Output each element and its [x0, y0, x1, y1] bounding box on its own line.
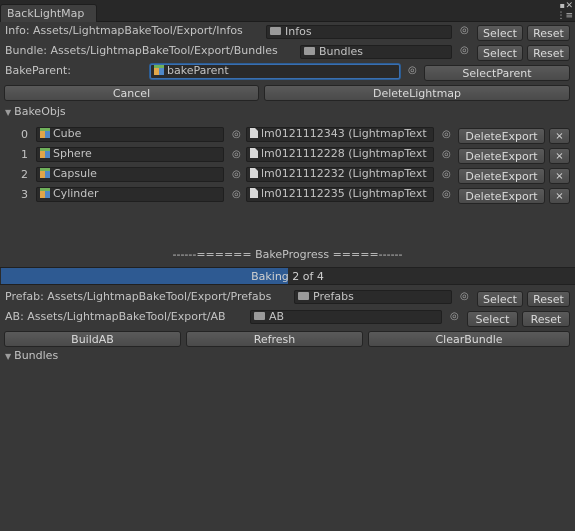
remove-row-button[interactable]: × [549, 148, 570, 164]
bake-progress-text: Baking 2 of 4 [251, 270, 324, 283]
delete-export-button[interactable]: DeleteExport [458, 128, 545, 144]
gameobject-field[interactable]: Cylinder [36, 187, 224, 202]
bundles-foldout[interactable]: ▼ Bundles [5, 349, 58, 364]
gameobject-name: Sphere [53, 147, 92, 160]
bundle-reset-button[interactable]: Reset [527, 45, 570, 61]
foldout-arrow-icon: ▼ [5, 108, 12, 117]
menu-icon[interactable]: ⋮≡ [556, 11, 573, 21]
bundles-header: Bundles [14, 349, 59, 362]
refresh-button[interactable]: Refresh [186, 331, 363, 347]
bake-progress-title: ------====== BakeProgress =====------ [172, 248, 403, 261]
prefab-path-label: Prefab: Assets/LightmapBakeTool/Export/P… [5, 290, 272, 303]
lightmap-name: lm0121112228 (LightmapText [261, 147, 427, 160]
document-icon [250, 168, 258, 178]
bake-objs-foldout[interactable]: ▼ BakeObjs [5, 105, 66, 120]
cube-icon [40, 168, 50, 178]
delete-export-button[interactable]: DeleteExport [458, 148, 545, 164]
folder-icon [270, 27, 281, 35]
gameobject-name: Cube [53, 127, 82, 140]
lightmap-texture-field[interactable]: lm0121112228 (LightmapText [246, 147, 434, 162]
object-picker-icon[interactable]: ◎ [232, 129, 241, 141]
prefab-select-button[interactable]: Select [477, 291, 523, 307]
close-icon[interactable]: ✕ [565, 1, 573, 11]
gameobject-field[interactable]: Cube [36, 127, 224, 142]
object-picker-icon[interactable]: ◎ [442, 189, 451, 201]
bundle-select-button[interactable]: Select [477, 45, 523, 61]
remove-row-button[interactable]: × [549, 188, 570, 204]
row-index: 1 [21, 148, 28, 161]
info-field-value: Infos [285, 25, 312, 38]
cube-icon [40, 188, 50, 198]
folder-icon [304, 47, 315, 55]
folder-icon [254, 312, 265, 320]
remove-row-button[interactable]: × [549, 168, 570, 184]
bake-objs-header: BakeObjs [14, 105, 66, 118]
row-index: 2 [21, 168, 28, 181]
object-picker-icon[interactable]: ◎ [460, 45, 469, 57]
gameobject-name: Capsule [53, 167, 97, 180]
ab-object-field[interactable]: AB [250, 310, 442, 324]
build-ab-button[interactable]: BuildAB [4, 331, 181, 347]
window-tab[interactable]: BackLightMap [0, 4, 97, 22]
ab-path-label: AB: Assets/LightmapBakeTool/Export/AB [5, 310, 226, 323]
delete-lightmap-button[interactable]: DeleteLightmap [264, 85, 570, 101]
delete-export-button[interactable]: DeleteExport [458, 188, 545, 204]
object-picker-icon[interactable]: ◎ [442, 169, 451, 181]
bake-parent-label: BakeParent: [5, 64, 71, 77]
document-icon [250, 128, 258, 138]
bake-parent-field[interactable]: bakeParent [150, 64, 400, 79]
object-picker-icon[interactable]: ◎ [442, 129, 451, 141]
bundle-object-field[interactable]: Bundles [300, 45, 452, 59]
row-index: 0 [21, 128, 28, 141]
maximize-icon[interactable]: ▪ [560, 1, 565, 10]
prefab-field-value: Prefabs [313, 290, 354, 303]
object-picker-icon[interactable]: ◎ [232, 149, 241, 161]
object-picker-icon[interactable]: ◎ [232, 189, 241, 201]
object-picker-icon[interactable]: ◎ [442, 149, 451, 161]
foldout-arrow-icon: ▼ [5, 352, 12, 361]
gameobject-field[interactable]: Capsule [36, 167, 224, 182]
bundle-path-label: Bundle: Assets/LightmapBakeTool/Export/B… [5, 44, 278, 57]
prefab-object-field[interactable]: Prefabs [294, 290, 452, 304]
info-path-label: Info: Assets/LightmapBakeTool/Export/Inf… [5, 24, 243, 37]
object-picker-icon[interactable]: ◎ [460, 291, 469, 303]
cube-icon [40, 148, 50, 158]
lightmap-name: lm0121112232 (LightmapText [261, 167, 427, 180]
document-icon [250, 148, 258, 158]
ab-field-value: AB [269, 310, 285, 323]
cube-icon [154, 65, 164, 75]
info-reset-button[interactable]: Reset [527, 25, 570, 41]
cancel-button[interactable]: Cancel [4, 85, 259, 101]
object-picker-icon[interactable]: ◎ [450, 311, 459, 323]
row-index: 3 [21, 188, 28, 201]
gameobject-name: Cylinder [53, 187, 99, 200]
window-controls: ▪ ✕ ⋮≡ [547, 1, 573, 21]
bake-parent-value: bakeParent [167, 64, 229, 77]
cube-icon [40, 128, 50, 138]
delete-export-button[interactable]: DeleteExport [458, 168, 545, 184]
lightmap-texture-field[interactable]: lm0121112235 (LightmapText [246, 187, 434, 202]
object-picker-icon[interactable]: ◎ [408, 65, 417, 77]
ab-select-button[interactable]: Select [467, 311, 518, 327]
gameobject-field[interactable]: Sphere [36, 147, 224, 162]
info-object-field[interactable]: Infos [266, 25, 452, 39]
ab-reset-button[interactable]: Reset [522, 311, 570, 327]
clear-bundle-button[interactable]: ClearBundle [368, 331, 570, 347]
folder-icon [298, 292, 309, 300]
document-icon [250, 188, 258, 198]
lightmap-name: lm0121112235 (LightmapText [261, 187, 427, 200]
bundle-field-value: Bundles [319, 45, 364, 58]
prefab-reset-button[interactable]: Reset [527, 291, 570, 307]
lightmap-name: lm0121112343 (LightmapText [261, 127, 427, 140]
lightmap-texture-field[interactable]: lm0121112343 (LightmapText [246, 127, 434, 142]
object-picker-icon[interactable]: ◎ [232, 169, 241, 181]
select-parent-button[interactable]: SelectParent [424, 65, 570, 81]
lightmap-texture-field[interactable]: lm0121112232 (LightmapText [246, 167, 434, 182]
info-select-button[interactable]: Select [477, 25, 523, 41]
object-picker-icon[interactable]: ◎ [460, 25, 469, 37]
remove-row-button[interactable]: × [549, 128, 570, 144]
